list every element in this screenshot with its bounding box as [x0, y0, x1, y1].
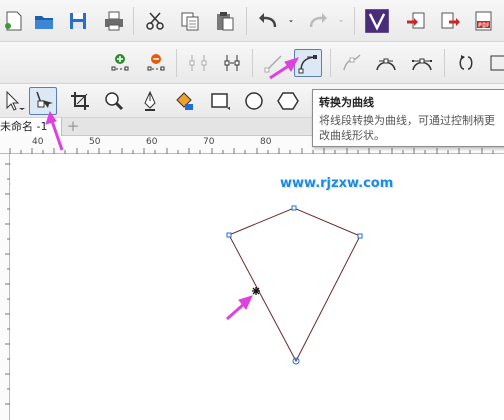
toolbar-separator — [252, 49, 253, 77]
save-icon[interactable] — [64, 7, 92, 35]
toolbar-separator — [133, 7, 134, 35]
ruler-mark: 80 — [260, 137, 272, 147]
cusp-node-icon[interactable] — [338, 49, 366, 77]
standard-toolbar — [0, 0, 504, 42]
toolbar-separator — [354, 7, 355, 35]
ruler-mark: 70 — [203, 137, 215, 147]
symmetrical-node-icon[interactable] — [408, 49, 436, 77]
smooth-node-icon[interactable] — [372, 49, 400, 77]
open-folder-icon[interactable] — [30, 7, 58, 35]
toolbar-separator — [330, 49, 331, 77]
watermark-text: www.rjzxw.com — [280, 176, 394, 191]
tab-label: 未命名 -1 — [0, 120, 48, 133]
add-tab-button[interactable]: + — [64, 119, 82, 135]
export-pdf-icon[interactable] — [470, 7, 498, 35]
node-handle[interactable] — [226, 232, 232, 238]
reverse-direction-icon[interactable] — [452, 49, 480, 77]
vertical-ruler[interactable] — [0, 154, 10, 420]
corel-connect-icon[interactable] — [362, 6, 392, 36]
ruler-mark: 40 — [32, 137, 44, 147]
polygon-tool-icon[interactable] — [274, 87, 302, 115]
property-bar: 矩形 — [0, 42, 504, 114]
undo-dropdown-icon[interactable] — [283, 7, 299, 35]
kite-shape[interactable] — [228, 207, 361, 363]
drawing-canvas[interactable] — [10, 154, 504, 420]
toolbar-separator — [246, 7, 247, 35]
fill-tool-icon[interactable] — [170, 87, 198, 115]
node-handle[interactable] — [291, 205, 297, 211]
join-nodes-icon[interactable] — [184, 49, 212, 77]
tooltip-title: 转换为曲线 — [319, 96, 374, 109]
ruler-mark: 50 — [89, 137, 101, 147]
tooltip: 转换为曲线 将线段转换为曲线，可通过控制柄更改曲线形状。 — [312, 89, 504, 147]
tab-document[interactable]: 未命名 -1 — [0, 118, 62, 136]
pick-tool-icon[interactable] — [0, 87, 28, 115]
ellipse-tool-icon[interactable] — [240, 87, 268, 115]
extract-subpath-icon[interactable] — [484, 49, 504, 77]
delete-node-icon[interactable] — [142, 49, 170, 77]
redo-dropdown-icon[interactable] — [333, 7, 349, 35]
redo-icon[interactable] — [304, 7, 332, 35]
canvas-drawing — [10, 163, 363, 365]
crop-tool-icon[interactable] — [66, 87, 94, 115]
cut-icon[interactable] — [141, 7, 169, 35]
ruler-mark: 60 — [146, 137, 158, 147]
pen-tool-icon[interactable] — [136, 87, 164, 115]
paste-icon[interactable] — [211, 7, 239, 35]
undo-icon[interactable] — [254, 7, 282, 35]
shape-tool-icon[interactable] — [29, 87, 57, 115]
import-icon[interactable] — [402, 7, 430, 35]
zoom-tool-icon[interactable] — [100, 87, 128, 115]
convert-to-line-icon[interactable] — [260, 49, 288, 77]
print-icon[interactable] — [100, 7, 128, 35]
node-handle[interactable] — [357, 233, 363, 239]
selected-segment-marker — [252, 287, 260, 295]
copy-icon[interactable] — [176, 7, 204, 35]
new-document-icon[interactable] — [0, 7, 28, 35]
rectangle-tool-icon[interactable] — [206, 87, 234, 115]
toolbar-separator — [444, 49, 445, 77]
add-node-icon[interactable] — [106, 49, 134, 77]
toolbar-separator — [176, 49, 177, 77]
export-icon[interactable] — [436, 7, 464, 35]
convert-to-curve-icon[interactable] — [294, 49, 322, 77]
break-curve-icon[interactable] — [218, 49, 246, 77]
tooltip-body: 将线段转换为曲线，可通过控制柄更改曲线形状。 — [319, 114, 495, 142]
